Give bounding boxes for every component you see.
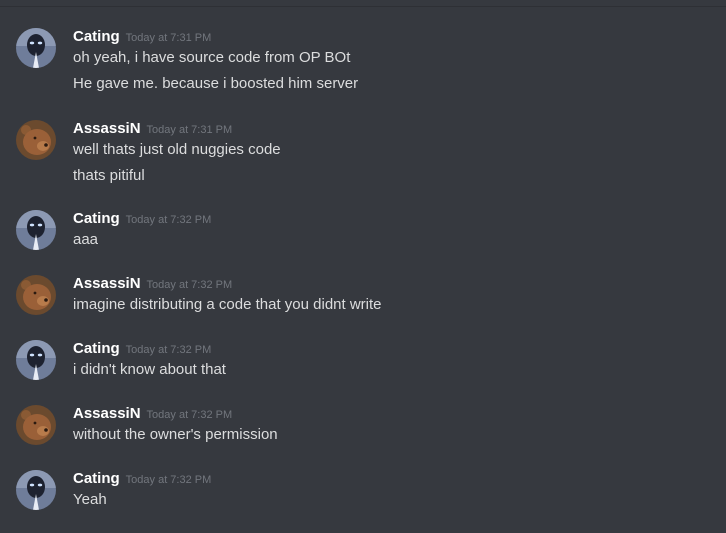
username[interactable]: AssassiN — [73, 275, 141, 292]
divider — [0, 6, 726, 7]
message-text: oh yeah, i have source code from OP BOt — [73, 49, 351, 66]
alien-keyhole-avatar-icon[interactable] — [16, 28, 56, 68]
username[interactable]: Cating — [73, 28, 120, 45]
bear-avatar-icon[interactable] — [16, 275, 56, 315]
message-text: well thats just old nuggies code — [73, 141, 281, 158]
chat-message-list: Cating Today at 7:31 PM oh yeah, i have s… — [0, 0, 726, 533]
message-text: i didn't know about that — [73, 361, 226, 378]
alien-keyhole-avatar-icon[interactable] — [16, 210, 56, 250]
timestamp: Today at 7:31 PM — [146, 124, 233, 136]
message-header: AssassiN Today at 7:32 PM — [73, 405, 232, 425]
message-text: imagine distributing a code that you did… — [73, 296, 382, 313]
timestamp: Today at 7:32 PM — [125, 344, 212, 356]
alien-keyhole-avatar-icon[interactable] — [16, 340, 56, 380]
timestamp: Today at 7:32 PM — [146, 409, 233, 421]
message-group: Cating Today at 7:31 PM oh yeah, i have s… — [0, 28, 726, 98]
message-text: thats pitiful — [73, 167, 145, 184]
message-group: Cating Today at 7:32 PM i didn't know abo… — [0, 340, 726, 384]
username[interactable]: Cating — [73, 210, 120, 227]
message-header: Cating Today at 7:32 PM — [73, 470, 211, 490]
bear-avatar-icon[interactable] — [16, 120, 56, 160]
message-group: Cating Today at 7:32 PM Yeah — [0, 470, 726, 514]
message-text: without the owner's permission — [73, 426, 278, 443]
message-header: Cating Today at 7:32 PM — [73, 340, 211, 360]
timestamp: Today at 7:31 PM — [125, 32, 212, 44]
message-header: Cating Today at 7:31 PM — [73, 28, 211, 48]
timestamp: Today at 7:32 PM — [125, 214, 212, 226]
message-text: He gave me. because i boosted him server — [73, 75, 359, 92]
timestamp: Today at 7:32 PM — [125, 474, 212, 486]
message-group: AssassiN Today at 7:31 PM well thats just… — [0, 120, 726, 190]
message-group: Cating Today at 7:32 PM aaa — [0, 210, 726, 254]
message-header: AssassiN Today at 7:32 PM — [73, 275, 232, 295]
alien-keyhole-avatar-icon[interactable] — [16, 470, 56, 510]
timestamp: Today at 7:32 PM — [146, 279, 233, 291]
message-group: AssassiN Today at 7:32 PM imagine distrib… — [0, 275, 726, 319]
username[interactable]: Cating — [73, 340, 120, 357]
bear-avatar-icon[interactable] — [16, 405, 56, 445]
message-text: Yeah — [73, 491, 107, 508]
message-text: aaa — [73, 231, 99, 248]
message-header: AssassiN Today at 7:31 PM — [73, 120, 232, 140]
username[interactable]: AssassiN — [73, 120, 141, 137]
username[interactable]: AssassiN — [73, 405, 141, 422]
message-header: Cating Today at 7:32 PM — [73, 210, 211, 230]
message-group: AssassiN Today at 7:32 PM without the own… — [0, 405, 726, 449]
username[interactable]: Cating — [73, 470, 120, 487]
